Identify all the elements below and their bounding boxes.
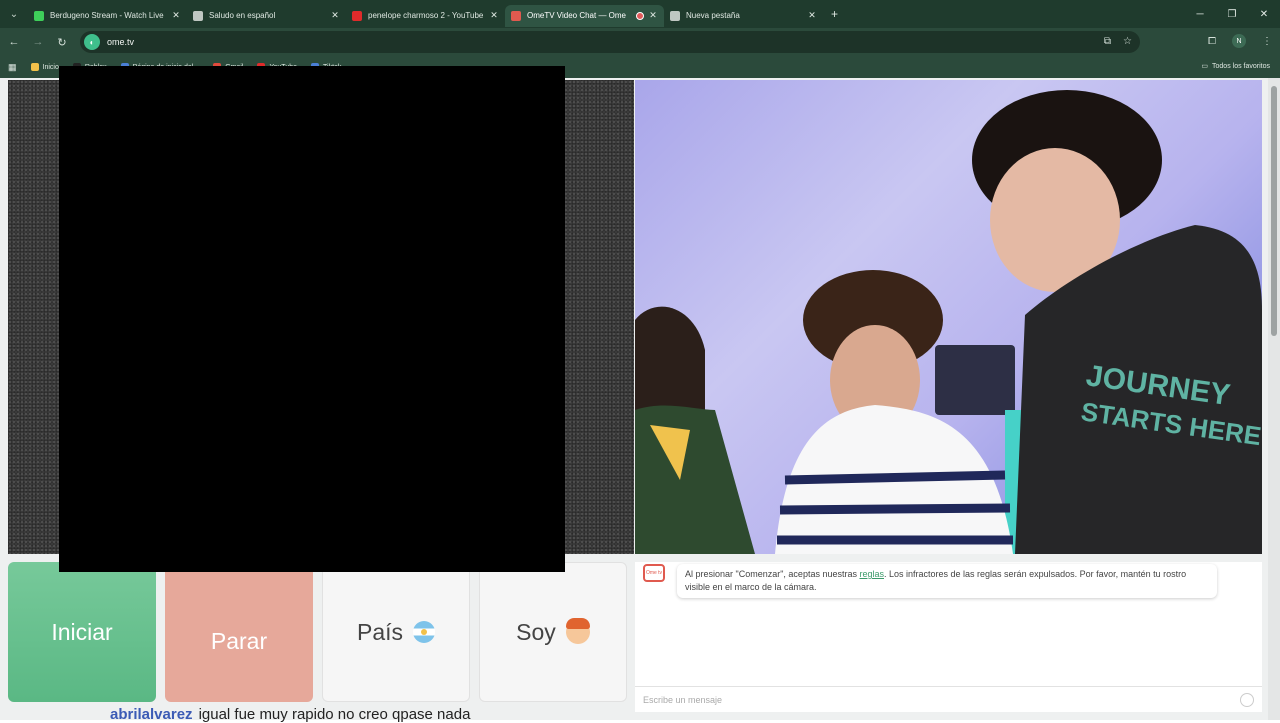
tab-1[interactable]: Saludo en español ✕ xyxy=(187,5,346,27)
message-input[interactable]: Escribe un mensaje xyxy=(635,686,1262,712)
folder-icon: ▭ xyxy=(1201,63,1209,70)
caption-text: igual fue muy rapido no creo qpase nada xyxy=(198,706,471,723)
caption-username: abrilalvarez xyxy=(110,706,193,723)
all-bookmarks-label: Todos los favoritos xyxy=(1212,62,1270,70)
argentina-flag-icon xyxy=(413,621,436,643)
tab-favicon-icon xyxy=(193,10,203,21)
tab-close-icon[interactable]: ✕ xyxy=(489,10,499,21)
country-button-label: País xyxy=(356,618,404,645)
stop-button[interactable]: Parar xyxy=(165,562,313,702)
tab-search-icon[interactable]: ⌄ xyxy=(0,0,28,28)
stream-caption: abrilalvarez igual fue muy rapido no creo… xyxy=(110,706,470,723)
gender-button[interactable]: Soy xyxy=(479,562,627,702)
cast-icon[interactable]: ⧉ xyxy=(1104,36,1111,47)
start-button[interactable]: Iniciar xyxy=(8,562,156,702)
address-bar[interactable]: ◐ ome.tv ⧉ ☆ xyxy=(80,31,1140,53)
stop-button-label: Parar xyxy=(210,627,268,654)
tab-close-icon[interactable]: ✕ xyxy=(171,10,181,21)
remote-video: JOURNEY STARTS HERE xyxy=(635,80,1262,554)
tab-title: Saludo en español xyxy=(209,11,276,20)
all-bookmarks[interactable]: ▭ Todos los favoritos xyxy=(1201,62,1270,71)
tab-2[interactable]: penelope charmoso 2 - YouTube ✕ xyxy=(346,5,505,27)
start-button-label: Iniciar xyxy=(51,618,113,645)
tab-close-icon[interactable]: ✕ xyxy=(648,10,658,21)
tab-3[interactable]: OmeTV Video Chat — Ome ✕ xyxy=(505,4,664,27)
ometv-icon[interactable]: ◐ xyxy=(84,34,100,50)
tab-close-icon[interactable]: ✕ xyxy=(807,10,817,21)
bookmark-item[interactable]: Inicio xyxy=(30,63,59,71)
window-controls: ─ ❐ ✕ xyxy=(1184,0,1280,28)
system-message: Al presionar "Comenzar", aceptas nuestra… xyxy=(677,564,1217,598)
browser-toolbar: ← → ↻ ◐ ome.tv ⧉ ☆ ⧠ N ⋮ xyxy=(0,28,1280,56)
restore-icon[interactable]: ❐ xyxy=(1216,0,1248,28)
tab-favicon-icon xyxy=(352,10,362,21)
country-button[interactable]: País xyxy=(322,562,470,702)
boy-emoji-icon xyxy=(565,618,590,644)
toolbar-right: ⧠ N ⋮ xyxy=(1208,34,1272,48)
tab-list: Berdugeno Stream - Watch Live ✕ Saludo en … xyxy=(28,2,823,27)
emoji-icon[interactable] xyxy=(1240,693,1254,707)
apps-grid-icon[interactable]: ▦ xyxy=(8,62,17,73)
page-scrollbar[interactable] xyxy=(1268,78,1280,720)
tab-title: Berdugeno Stream - Watch Live xyxy=(50,11,164,20)
message-input-placeholder: Escribe un mensaje xyxy=(643,694,723,705)
minimize-icon[interactable]: ─ xyxy=(1184,0,1216,28)
new-tab-button[interactable]: + xyxy=(831,7,838,21)
ometv-logo: Ome tv xyxy=(643,564,665,582)
scroll-thumb[interactable] xyxy=(1271,86,1277,336)
menu-kebab-icon[interactable]: ⋮ xyxy=(1262,36,1272,47)
bookmark-label: Inicio xyxy=(42,63,59,71)
back-icon[interactable]: ← xyxy=(2,36,26,48)
close-window-icon[interactable]: ✕ xyxy=(1248,0,1280,28)
tab-favicon-icon xyxy=(34,10,44,21)
reload-icon[interactable]: ↻ xyxy=(50,36,74,49)
gender-button-label: Soy xyxy=(516,618,556,645)
tab-title: Nueva pestaña xyxy=(686,11,740,20)
extensions-icon[interactable]: ⧠ xyxy=(1208,36,1216,47)
tab-strip: ⌄ Berdugeno Stream - Watch Live ✕ Saludo e… xyxy=(0,0,1280,28)
control-buttons: Iniciar Parar País Soy xyxy=(8,562,627,702)
bookmark-favicon-icon xyxy=(30,63,39,71)
tab-0[interactable]: Berdugeno Stream - Watch Live ✕ xyxy=(28,5,187,27)
remote-video-scene: JOURNEY STARTS HERE xyxy=(635,90,1262,554)
recording-icon xyxy=(636,11,644,20)
url-text[interactable]: ome.tv xyxy=(107,37,134,47)
background-monitor xyxy=(935,345,1015,415)
chat-panel: Ome tv Al presionar "Comenzar", aceptas … xyxy=(635,562,1262,712)
bookmark-star-icon[interactable]: ☆ xyxy=(1123,36,1132,47)
tab-close-icon[interactable]: ✕ xyxy=(330,10,340,21)
black-overlay xyxy=(59,66,565,572)
tab-title: penelope charmoso 2 - YouTube xyxy=(368,11,484,20)
tab-4[interactable]: Nueva pestaña ✕ xyxy=(664,5,823,27)
tab-title: OmeTV Video Chat — Ome xyxy=(527,11,626,20)
tab-favicon-icon xyxy=(670,10,680,21)
message-text-before: Al presionar "Comenzar", aceptas nuestra… xyxy=(685,569,860,579)
profile-avatar[interactable]: N xyxy=(1232,34,1246,48)
rules-link[interactable]: reglas xyxy=(859,569,884,579)
tab-favicon-icon xyxy=(511,10,521,21)
omnibox-actions: ⧉ ☆ xyxy=(1104,36,1132,47)
forward-icon[interactable]: → xyxy=(26,36,50,48)
